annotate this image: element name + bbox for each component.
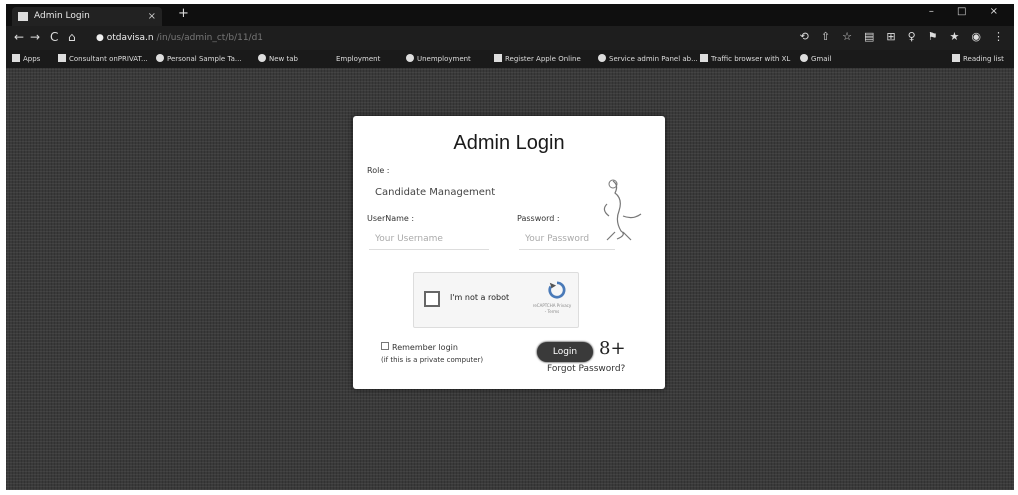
remember-login[interactable]: Remember login [381, 342, 458, 352]
address-bar[interactable]: ● otdavisa.n /in/us/admin_ct/b/11/d1 [96, 30, 786, 46]
bookmark-item[interactable]: Unemployment [406, 52, 471, 66]
login-card: Admin Login Role : Candidate Management … [353, 116, 665, 389]
recaptcha-terms: reCAPTCHA Privacy - Terms [532, 303, 572, 314]
window-controls[interactable]: – □ × [929, 6, 1008, 17]
bookmark-label: New tab [269, 55, 298, 63]
forgot-password-link[interactable]: Forgot Password? [547, 364, 625, 374]
captcha-label: I'm not a robot [450, 293, 510, 302]
url-path: /in/us/admin_ct/b/11/d1 [156, 33, 264, 43]
toolbar-icon[interactable]: ▤ [864, 30, 874, 43]
username-label: UserName : [367, 214, 415, 223]
bookmark-label: Personal Sample Ta... [167, 55, 242, 63]
tab-admin-login[interactable]: Admin Login × [12, 7, 162, 26]
bookmark-label: Traffic browser with XL [711, 55, 791, 63]
bookmark-item[interactable]: Traffic browser with XL [700, 52, 790, 66]
url-host: otdavisa.n [106, 33, 154, 43]
bookmark-round-icon [406, 54, 414, 62]
new-tab-button[interactable]: + [178, 6, 189, 21]
toolbar-icon[interactable]: ★ [950, 30, 960, 43]
bookmark-item[interactable]: Service admin Panel ab... [598, 52, 698, 66]
bookmark-label: Consultant onPRIVAT... [69, 55, 148, 63]
toolbar-icon[interactable]: ⇧ [821, 30, 830, 43]
bookmark-label: Reading list [963, 55, 1004, 63]
bookmark-item[interactable]: Gmail [800, 52, 831, 66]
recaptcha-widget: I'm not a robot reCAPTCHA Privacy - Term… [413, 272, 579, 328]
bookmark-grid-icon [12, 54, 20, 62]
page-background: Admin Login Role : Candidate Management … [6, 68, 1014, 490]
recaptcha-logo-icon [548, 281, 566, 299]
bookmark-round-icon [800, 54, 808, 62]
tab-close-icon[interactable]: × [148, 7, 156, 26]
forward-button[interactable]: → [30, 30, 40, 44]
captcha-checkbox[interactable] [424, 291, 440, 307]
reload-button[interactable]: C [50, 30, 58, 44]
bookmarks-bar: Apps Consultant onPRIVAT... Personal Sampl… [6, 50, 1014, 68]
toolbar-icon[interactable]: ⟲ [800, 30, 809, 43]
bookmark-item[interactable]: Employment [336, 52, 380, 66]
toolbar-icon[interactable]: ⋮ [993, 30, 1004, 43]
bookmark-label: Apps [23, 55, 41, 63]
bookmark-square-icon [58, 54, 66, 62]
home-button[interactable]: ⌂ [68, 30, 76, 44]
bookmark-item[interactable]: Apps [12, 52, 40, 66]
username-input[interactable] [369, 228, 489, 250]
bookmark-item[interactable]: Register Apple Online [494, 52, 581, 66]
bookmark-label: Employment [336, 55, 381, 63]
bookmark-square-icon [952, 54, 960, 62]
google-plus-icon[interactable]: 8+ [599, 338, 626, 359]
bookmark-round-icon [258, 54, 266, 62]
bookmark-round-icon [598, 54, 606, 62]
bookmark-round-icon [156, 54, 164, 62]
role-label: Role : [367, 166, 390, 175]
bookmark-item[interactable]: Consultant onPRIVAT... [58, 52, 148, 66]
toolbar-icon[interactable]: ☆ [842, 30, 852, 43]
page-title: Admin Login [453, 132, 565, 154]
browser-window: Admin Login × + – □ × ← → C ⌂ ● otdavisa… [6, 4, 1014, 490]
toolbar-icon[interactable]: ⚑ [928, 30, 938, 43]
bookmark-label: Register Apple Online [505, 55, 581, 63]
password-label: Password : [517, 214, 560, 223]
toolbar-icon[interactable]: ♀ [908, 30, 916, 43]
bookmark-label: Gmail [811, 55, 832, 63]
bookmark-square-icon [700, 54, 708, 62]
role-select[interactable]: Candidate Management [369, 182, 509, 204]
bookmark-item[interactable]: New tab [258, 52, 298, 66]
private-computer-note: (if this is a private computer) [381, 356, 484, 364]
back-button[interactable]: ← [14, 30, 24, 44]
page-favicon-icon [18, 12, 28, 21]
bookmark-square-icon [494, 54, 502, 62]
login-button[interactable]: Login [537, 342, 593, 362]
browser-toolbar: ← → C ⌂ ● otdavisa.n /in/us/admin_ct/b/1… [6, 26, 1014, 50]
password-input[interactable] [519, 228, 615, 250]
bookmark-item[interactable]: Reading list [952, 52, 1004, 66]
remember-checkbox[interactable] [381, 342, 389, 350]
bookmark-label: Service admin Panel ab... [609, 55, 698, 63]
tab-title: Admin Login [34, 11, 90, 21]
lock-icon: ● [96, 33, 107, 43]
remember-label: Remember login [392, 343, 458, 352]
toolbar-icons: ⟲ ⇧ ☆ ▤ ⊞ ♀ ⚑ ★ ◉ ⋮ [788, 30, 1004, 43]
bookmark-item[interactable]: Personal Sample Ta... [156, 52, 242, 66]
tab-bar: Admin Login × + – □ × [6, 4, 1014, 26]
toolbar-icon[interactable]: ◉ [971, 30, 981, 43]
toolbar-icon[interactable]: ⊞ [886, 30, 895, 43]
bookmark-label: Unemployment [417, 55, 471, 63]
